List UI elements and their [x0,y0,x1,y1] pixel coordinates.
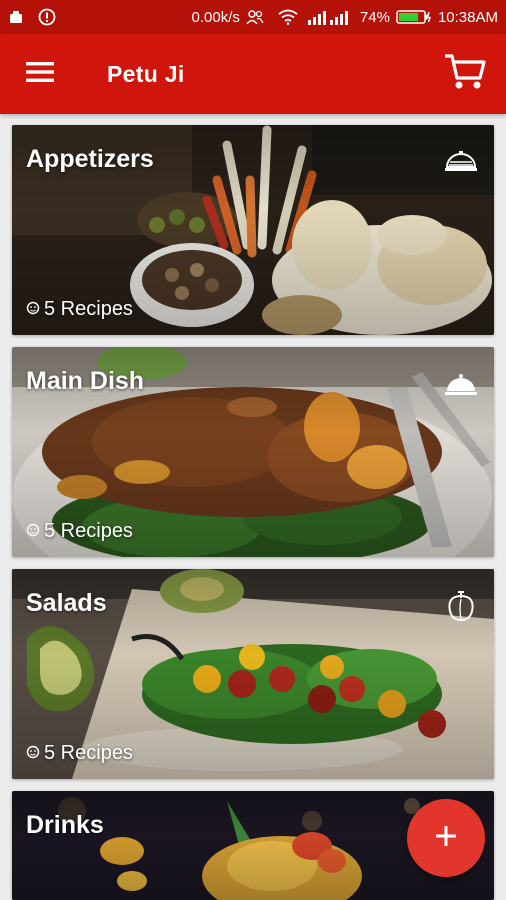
network-speed: 0.00k/s [191,8,240,26]
smiley-icon [26,520,40,543]
notification-icon [8,9,24,25]
recipe-count: 5 Recipes [26,298,133,321]
status-bar: 0.00k/s 74% 10:38AM [0,0,506,34]
covered-dish-icon [444,145,478,179]
shopping-cart-icon [444,53,486,96]
cloche-icon [444,367,478,401]
smiley-icon [26,298,40,321]
bell-pepper-icon [444,589,478,623]
hamburger-menu-icon [26,61,54,88]
signal-icon [307,9,348,25]
category-card-main-dish[interactable]: Main Dish 5 Recipes [12,347,494,557]
recipe-count-label: 5 Recipes [44,520,133,542]
category-title: Main Dish [26,367,145,395]
recipe-count-label: 5 Recipes [44,742,133,764]
recipe-count: 5 Recipes [26,742,133,765]
add-button[interactable] [407,799,485,877]
people-icon [246,9,264,25]
cart-button[interactable] [438,47,492,101]
category-title: Appetizers [26,145,154,173]
plus-icon [435,825,457,852]
wifi-icon [278,9,298,25]
app-bar: Petu Ji [0,34,506,114]
menu-button[interactable] [13,47,67,101]
battery-percent: 74% [359,8,390,26]
category-title: Salads [26,589,107,617]
recipe-count: 5 Recipes [26,520,133,543]
smiley-icon [26,742,40,765]
category-card-salads[interactable]: Salads 5 Recipes [12,569,494,779]
battery-icon [396,9,432,25]
category-card-appetizers[interactable]: Appetizers 5 Recipes [12,125,494,335]
category-title: Drinks [26,811,104,839]
app-title: Petu Ji [107,60,185,87]
clock: 10:38AM [437,8,498,26]
recipe-count-label: 5 Recipes [44,298,133,320]
info-icon [38,8,56,26]
